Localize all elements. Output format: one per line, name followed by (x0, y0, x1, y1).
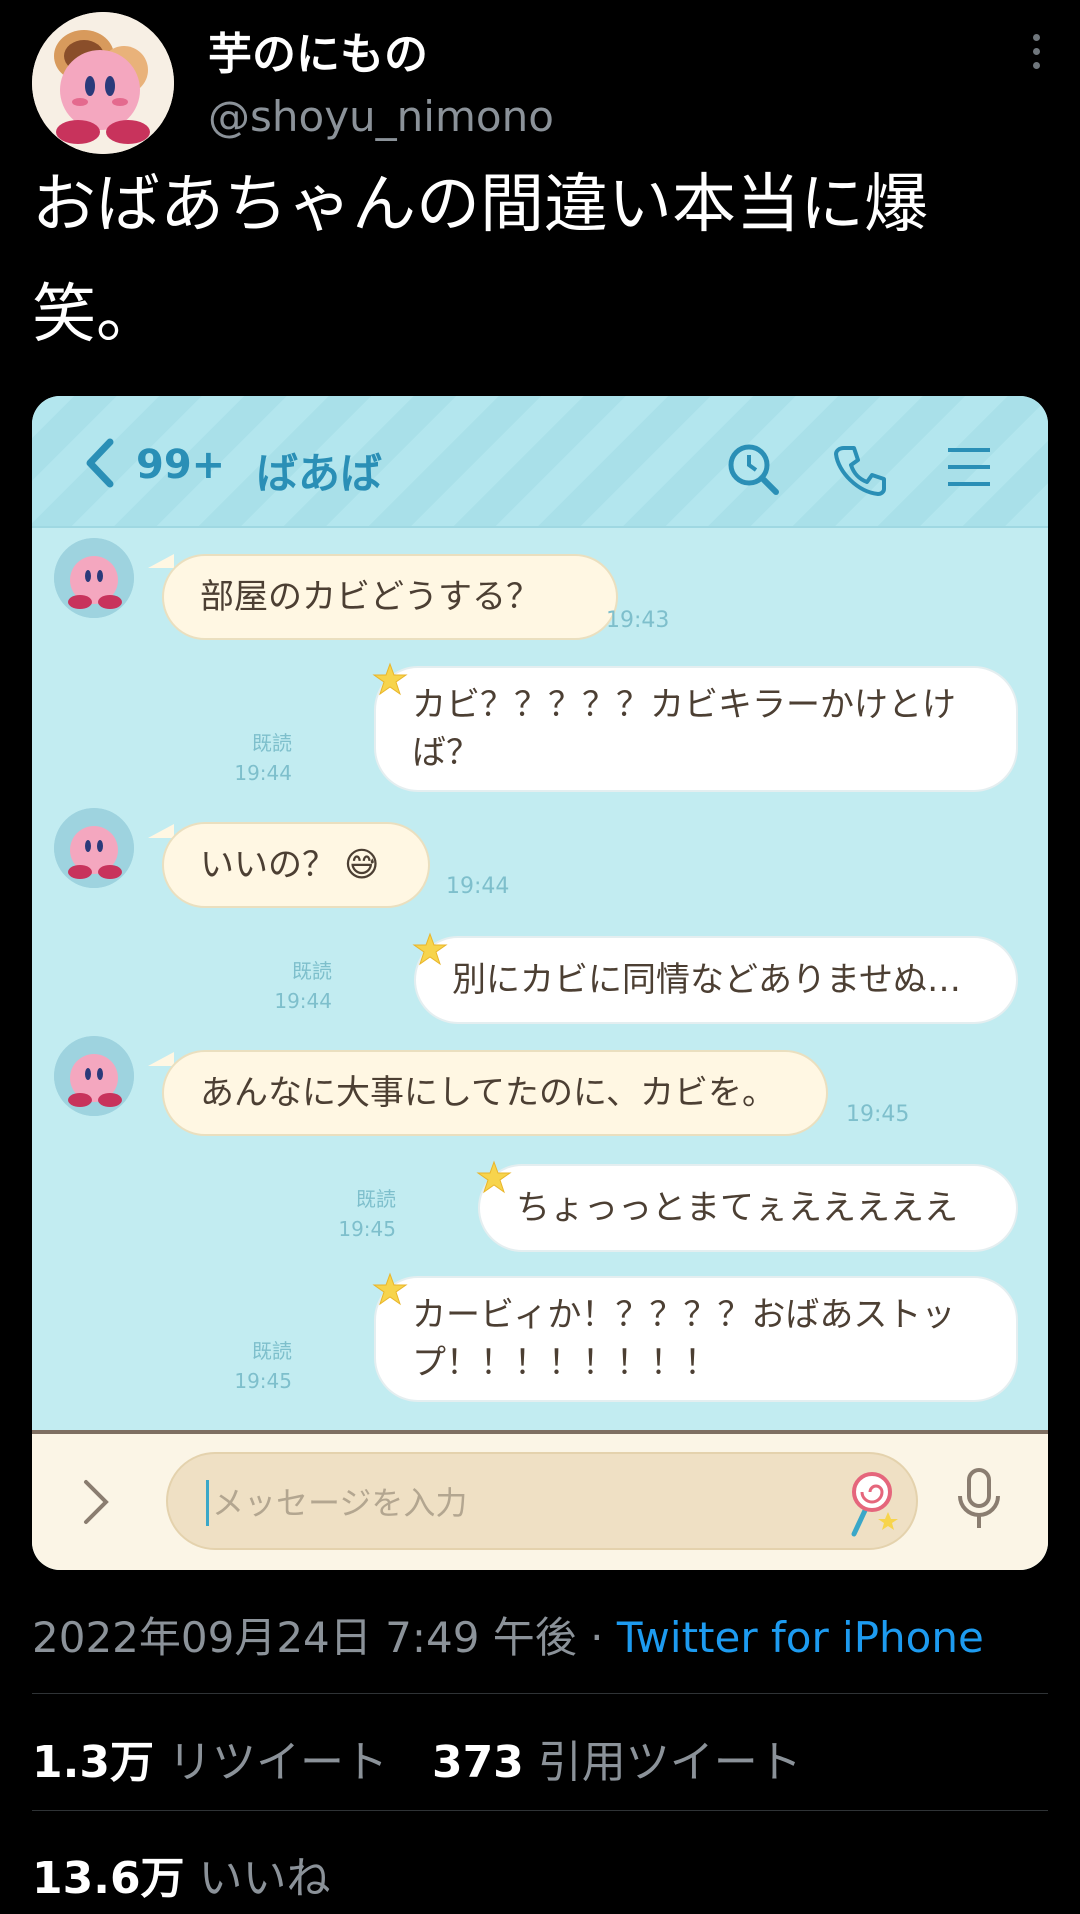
message-time: 19:45 (846, 1102, 910, 1127)
bubble-tail (148, 824, 174, 838)
message-text-line-1: カビ？？？？？カビキラーかけとけ (412, 685, 956, 725)
display-name[interactable]: 芋のにもの (208, 18, 428, 82)
read-label: 既読 (292, 959, 332, 983)
message-input-bar: メッセージを入力 (32, 1430, 1048, 1570)
divider (32, 1810, 1048, 1811)
search-icon (728, 444, 779, 495)
message-bubble-incoming: いいの？ 😅 (162, 822, 430, 908)
unread-count: 99+ (136, 442, 226, 488)
tweet-text: おばあちゃんの間違い本当に爆 笑。 (32, 150, 1032, 370)
message-time: 19:43 (606, 608, 670, 633)
message-text: ちょっっとまてぇえええええ (516, 1188, 958, 1228)
read-receipt: 既読 19:44 (252, 956, 332, 1016)
likes-stat[interactable]: 13.6万 いいね (32, 1842, 331, 1906)
message-text-line-1: カービィか！？？？？おばあストッ (412, 1295, 956, 1335)
read-label: 既読 (356, 1187, 396, 1211)
message-text: 部屋のカビどうする？ (200, 577, 540, 617)
message-bubble-outgoing: カービィか！？？？？おばあストッ プ！！！！！！！！ (374, 1276, 1018, 1402)
quote-count: 373 (431, 1737, 524, 1788)
retweet-stat[interactable]: 1.3万 リツイート (32, 1737, 388, 1788)
quote-label: 引用ツイート (523, 1737, 802, 1788)
message-bubble-incoming: 部屋のカビどうする？ (162, 554, 618, 640)
tweet-source[interactable]: Twitter for iPhone (617, 1613, 984, 1662)
message-text: あんなに大事にしてたのに、カビを。 (200, 1073, 776, 1113)
read-receipt: 既読 19:45 (212, 1336, 292, 1396)
retweet-label: リツイート (153, 1737, 388, 1788)
star-icon (412, 932, 448, 966)
lollipop-sticker-icon (851, 1472, 898, 1537)
star-icon (476, 1160, 512, 1194)
message-bubble-outgoing: 別にカビに同情などありませぬ… (414, 936, 1018, 1024)
more-options-icon[interactable] (1030, 34, 1042, 74)
menu-icon (948, 448, 990, 486)
tweet-text-line-2: 笑。 (32, 278, 160, 352)
quote-stat[interactable]: 373 引用ツイート (432, 1737, 802, 1788)
microphone-icon (958, 1468, 1000, 1528)
kirby-icon (54, 538, 134, 618)
tweet-metadata: 2022年09月24日 7:49 午後 · Twitter for iPhone (32, 1604, 984, 1665)
message-time: 19:45 (234, 1369, 292, 1393)
message-input: メッセージを入力 (166, 1452, 918, 1550)
star-icon (372, 662, 408, 696)
chat-header: 99+ ばあば (32, 396, 1048, 528)
kirby-avatar-image (32, 12, 174, 154)
read-receipt: 既読 19:44 (212, 728, 292, 788)
contact-avatar (54, 808, 134, 888)
message-placeholder: メッセージを入力 (212, 1484, 468, 1522)
star-icon (372, 1272, 408, 1306)
bubble-tail (148, 554, 174, 568)
divider (32, 1693, 1048, 1694)
message-text-line-2: プ！！！！！！！！ (412, 1343, 718, 1383)
user-avatar[interactable] (32, 12, 174, 154)
message-bubble-outgoing: ちょっっとまてぇえええええ (478, 1164, 1018, 1252)
read-receipt: 既読 19:45 (316, 1184, 396, 1244)
read-label: 既読 (252, 731, 292, 755)
chat-name: ばあば (256, 449, 383, 498)
bubble-tail (148, 1052, 174, 1066)
phone-icon (834, 446, 886, 496)
kirby-icon (54, 1036, 134, 1116)
message-time: 19:44 (274, 989, 332, 1013)
engagement-stats: 1.3万 リツイート 373 引用ツイート (32, 1726, 802, 1790)
sweat-smile-emoji: 😅 (344, 845, 380, 885)
contact-avatar (54, 1036, 134, 1116)
message-text: いいの？ (200, 845, 336, 885)
text-caret (206, 1480, 209, 1526)
contact-avatar (54, 538, 134, 618)
message-time: 19:45 (338, 1217, 396, 1241)
like-count: 13.6万 (32, 1853, 185, 1904)
user-handle[interactable]: @shoyu_nimono (208, 92, 554, 141)
back-chevron-icon (86, 438, 114, 488)
message-time: 19:44 (446, 874, 510, 899)
tweet-attached-image[interactable]: 99+ ばあば 部屋のカビどうする？ 19:43 既読 19:44 カビ？？？？… (32, 396, 1048, 1570)
message-text-line-2: ば？ (412, 733, 480, 773)
message-bubble-outgoing: カビ？？？？？カビキラーかけとけ ば？ (374, 666, 1018, 792)
message-time: 19:44 (234, 761, 292, 785)
tweet-text-line-1: おばあちゃんの間違い本当に爆 (32, 168, 928, 242)
expand-chevron-icon (84, 1480, 109, 1524)
read-label: 既読 (252, 1339, 292, 1363)
retweet-count: 1.3万 (32, 1737, 154, 1788)
like-label: いいね (184, 1853, 331, 1904)
message-bubble-incoming: あんなに大事にしてたのに、カビを。 (162, 1050, 828, 1136)
message-text: 別にカビに同情などありませぬ… (452, 960, 961, 1000)
kirby-icon (54, 808, 134, 888)
tweet-datetime[interactable]: 2022年09月24日 7:49 午後 · (32, 1613, 617, 1662)
